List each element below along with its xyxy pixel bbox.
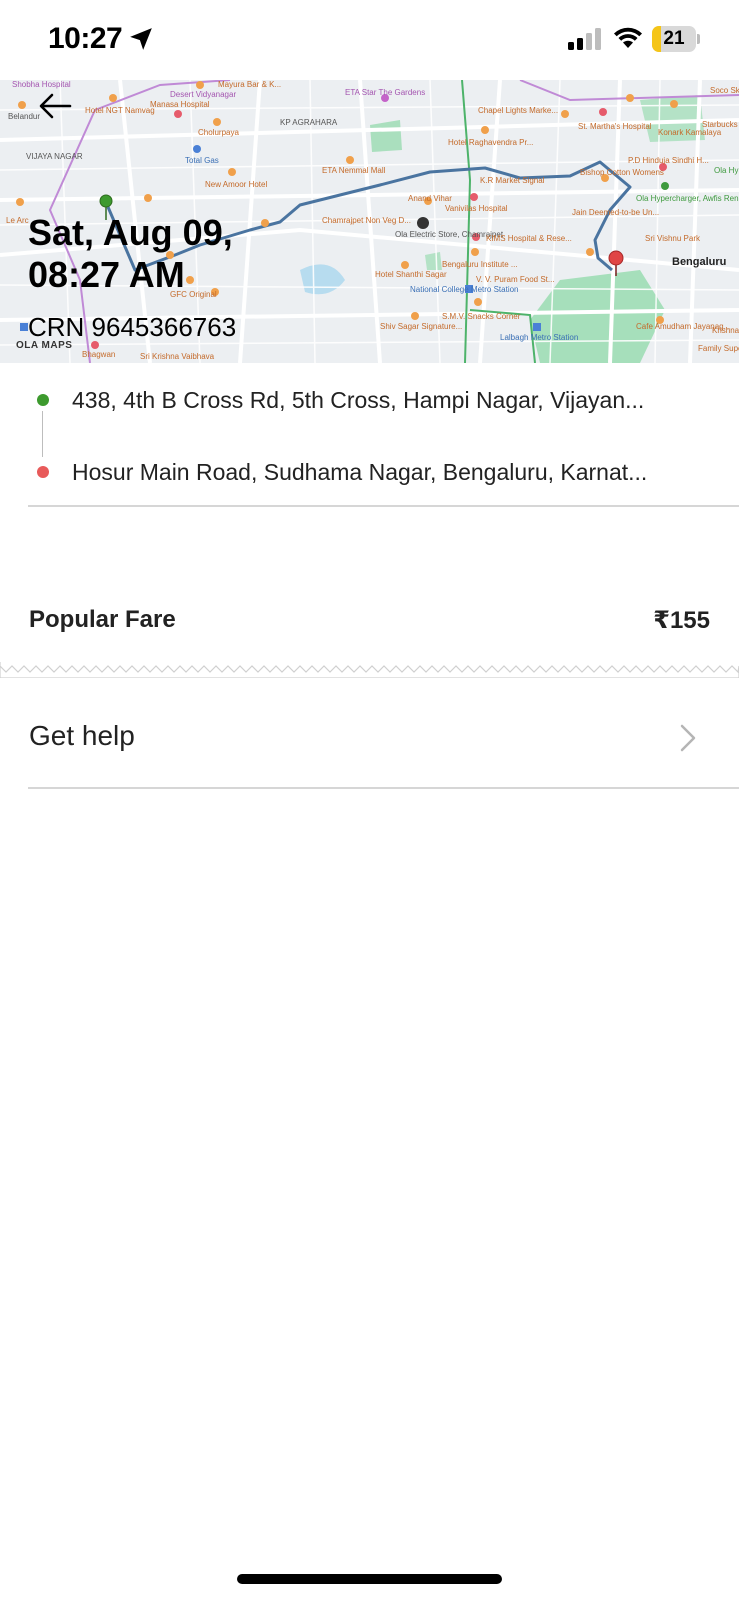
map-label: Belandur — [8, 112, 41, 121]
pickup-dot-icon — [37, 394, 49, 406]
map-label: Anand Vihar — [408, 194, 452, 203]
map-label: Jain Deemed-to-be Un... — [572, 208, 660, 217]
trip-time: 08:27 AM — [28, 254, 185, 295]
battery-level: 21 — [663, 28, 685, 49]
fare-label: Popular Fare — [29, 606, 176, 633]
fare-amount: ₹155 — [653, 607, 710, 634]
map-label: Bhagwan — [82, 350, 116, 359]
divider — [28, 787, 739, 789]
map-label: Hotel Raghavendra Pr... — [448, 138, 534, 147]
battery-icon: 21 — [652, 26, 700, 52]
home-indicator — [237, 1574, 502, 1584]
map-label: Shiv Sagar Signature... — [380, 322, 463, 331]
crn-number: CRN 9645366763 — [28, 312, 237, 342]
map-label: S.M.V. Snacks Corner — [442, 312, 521, 321]
map-label: Krishna — [712, 326, 739, 335]
map-label: KP AGRAHARA — [280, 118, 338, 127]
drop-dot-icon — [37, 466, 49, 478]
map-label: VIJAYA NAGAR — [26, 152, 83, 161]
map-label: Hotel NGT Namvag — [85, 106, 155, 115]
map-label: Le Arc — [6, 216, 29, 225]
location-arrow-icon — [130, 28, 152, 50]
map-label: Sri Vishnu Park — [645, 234, 700, 243]
map-label: Chapel Lights Marke... — [478, 106, 559, 115]
map-label: Chamrajpet Non Veg D... — [322, 216, 411, 225]
map-label: ETA Nemmal Mall — [322, 166, 386, 175]
get-help-label: Get help — [29, 720, 135, 751]
map-label: Bishop Cotton Womens — [580, 168, 664, 177]
map-label: Ola Hyp Awfis R Bichm — [714, 166, 739, 175]
ola-maps-logo: OLA MAPS — [16, 340, 73, 351]
get-help-row[interactable]: Get help — [0, 700, 739, 776]
map-label: Mayura Bar & K... — [218, 80, 282, 89]
map-label: Hotel Shanthi Sagar — [375, 270, 447, 279]
map-label: Starbucks — [702, 120, 738, 129]
map-label: Cholurpaya — [198, 128, 239, 137]
map-label: P.D Hinduja Sindhi H... — [628, 156, 709, 165]
route-details: 438, 4th B Cross Rd, 5th Cross, Hampi Na… — [0, 363, 739, 507]
map-label: ETA Star The Gardens — [345, 88, 426, 97]
map-label: K.R Market Signal — [480, 176, 545, 185]
map-label: Soco SkyLine — [710, 86, 739, 95]
drop-address: Hosur Main Road, Sudhama Nagar, Bengalur… — [72, 459, 648, 485]
map-label: KIMS Hospital & Rese... — [486, 234, 572, 243]
map-label: Total Gas — [185, 156, 219, 165]
map-label: Ola Hypercharger, Awfis Renaissance, Mis… — [636, 194, 739, 203]
map-label: National College Metro Station — [410, 285, 519, 294]
map-label: V. V. Puram Food St... — [476, 275, 555, 284]
status-time: 10:27 — [48, 22, 123, 55]
map-label: Bengaluru Institute ... — [442, 260, 518, 269]
status-bar: 10:27 21 — [0, 0, 739, 80]
map-label: Lalbagh Metro Station — [500, 333, 579, 342]
trip-date: Sat, Aug 09, — [28, 212, 233, 253]
route-connector — [42, 411, 43, 457]
map-label: St. Martha's Hospital — [578, 122, 652, 131]
chevron-right-icon — [680, 724, 696, 752]
pickup-address: 438, 4th B Cross Rd, 5th Cross, Hampi Na… — [72, 387, 645, 413]
map-label: Konark Kamalaya — [658, 128, 722, 137]
map-label: Family Super — [698, 344, 739, 353]
wifi-icon — [614, 27, 642, 48]
cellular-signal-icon — [568, 28, 601, 50]
map-label: New Amoor Hotel — [205, 180, 268, 189]
map-label: Desert Vidyanagar — [170, 90, 237, 99]
divider — [28, 505, 739, 507]
map-label: Vanivilas Hospital — [445, 204, 508, 213]
receipt-zigzag-edge — [0, 662, 739, 678]
back-arrow-icon[interactable] — [38, 92, 72, 120]
map-label-city: Bengaluru — [672, 256, 727, 268]
map-label: Manasa Hospital — [150, 100, 210, 109]
map-label: Shobha Hospital — [12, 80, 71, 89]
map-label: Sri Krishna Vaibhava — [140, 352, 215, 361]
